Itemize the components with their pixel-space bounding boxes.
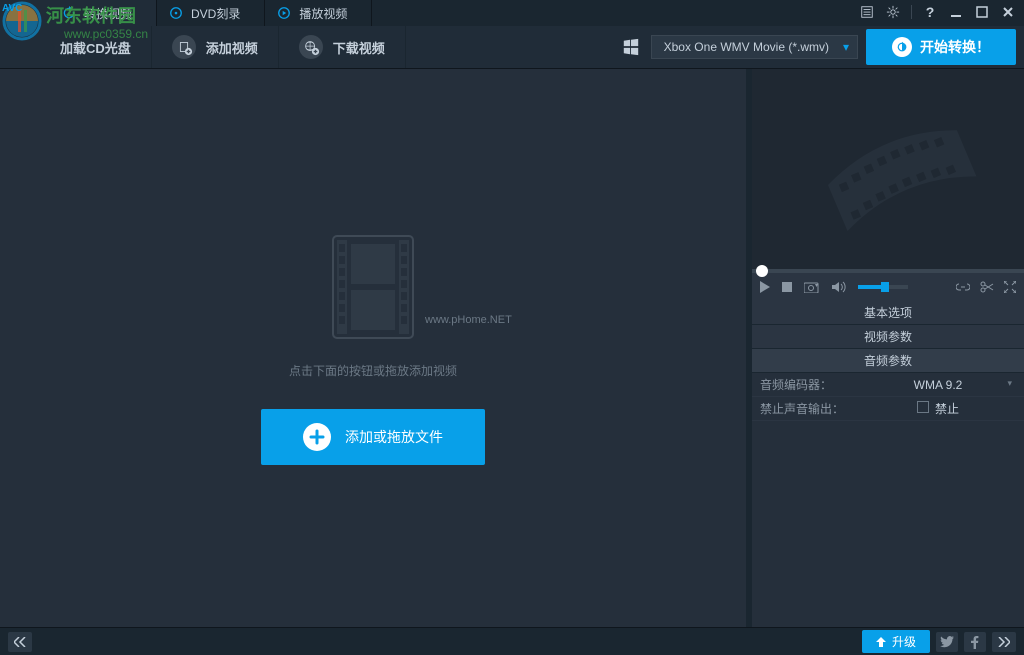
sidebar: ▾ 基本选项 视频参数 音频参数 音频编码器： WMA 9.2 禁止声音输出： … — [752, 69, 1024, 627]
upgrade-label: 升级 — [892, 633, 916, 650]
seek-thumb[interactable] — [756, 265, 768, 277]
add-video-button[interactable]: 添加视频 — [152, 26, 279, 68]
arrow-up-icon — [876, 637, 886, 647]
globe-add-icon — [299, 35, 323, 59]
tab-basic-options[interactable]: 基本选项 — [752, 301, 1024, 325]
collapse-left-icon[interactable] — [8, 632, 32, 652]
add-file-label: 添加或拖放文件 — [345, 427, 443, 447]
hint-text: 点击下面的按钮或拖放添加视频 — [289, 362, 457, 379]
tab-label: 转换视频 — [84, 5, 132, 22]
collapse-right-icon[interactable] — [992, 632, 1016, 652]
preview-pane — [752, 69, 1024, 269]
add-file-button[interactable]: 添加或拖放文件 — [261, 409, 485, 465]
camera-icon[interactable]: ▾ — [804, 281, 820, 293]
param-audio-codec: 音频编码器： WMA 9.2 — [752, 373, 1024, 397]
twitter-icon[interactable] — [936, 632, 958, 652]
filmstrip-icon — [807, 103, 968, 236]
refresh-icon — [892, 37, 912, 57]
expand-icon[interactable] — [1004, 281, 1016, 293]
minimize-icon[interactable] — [948, 4, 964, 20]
help-icon[interactable]: ? — [922, 4, 938, 20]
windows-icon — [619, 35, 643, 59]
stop-icon[interactable] — [782, 282, 792, 292]
player-controls: ▾ — [752, 273, 1024, 301]
content-area[interactable]: www.pHome.NET 点击下面的按钮或拖放添加视频 添加或拖放文件 — [0, 69, 752, 627]
tab-convert[interactable]: 转换视频 — [0, 0, 157, 26]
tool-label: 下载视频 — [333, 38, 385, 57]
param-mute-output: 禁止声音输出： 禁止 — [752, 397, 1024, 421]
tab-dvd[interactable]: DVD刻录 — [157, 0, 265, 26]
maximize-icon[interactable] — [974, 4, 990, 20]
refresh-icon — [62, 6, 76, 20]
play-circle-icon — [277, 6, 291, 20]
tab-video-params[interactable]: 视频参数 — [752, 325, 1024, 349]
volume-slider[interactable] — [858, 285, 908, 289]
codec-select[interactable]: WMA 9.2 — [860, 378, 1016, 392]
tab-audio-params[interactable]: 音频参数 — [752, 349, 1024, 373]
plus-circle-icon — [303, 423, 331, 451]
chain-icon[interactable] — [956, 281, 970, 293]
disc-icon — [169, 6, 183, 20]
bottom-bar: 升级 — [0, 627, 1024, 655]
titlebar-controls: ? — [859, 4, 1016, 20]
param-label: 禁止声音输出： — [760, 400, 860, 417]
toolbar: 加载CD光盘 添加视频 下载视频 Xbox One WMV Movie (*.w… — [0, 26, 1024, 69]
close-icon[interactable] — [1000, 4, 1016, 20]
tab-label: DVD刻录 — [191, 5, 240, 22]
tab-play[interactable]: 播放视频 — [265, 0, 372, 26]
tabs-row: 转换视频 DVD刻录 播放视频 ? — [0, 0, 1024, 26]
tab-label: 播放视频 — [299, 5, 347, 22]
film-placeholder-icon — [329, 232, 417, 342]
format-select[interactable]: Xbox One WMV Movie (*.wmv) — [651, 35, 858, 59]
film-add-icon — [172, 35, 196, 59]
main-area: www.pHome.NET 点击下面的按钮或拖放添加视频 添加或拖放文件 — [0, 69, 1024, 627]
download-video-button[interactable]: 下载视频 — [279, 26, 406, 68]
convert-button[interactable]: 开始转换！ — [866, 29, 1016, 65]
facebook-icon[interactable] — [964, 632, 986, 652]
list-icon[interactable] — [859, 4, 875, 20]
upgrade-button[interactable]: 升级 — [862, 630, 930, 653]
param-label: 音频编码器： — [760, 376, 860, 393]
play-icon[interactable] — [760, 281, 770, 293]
format-value: Xbox One WMV Movie (*.wmv) — [664, 40, 829, 54]
tool-label: 加载CD光盘 — [60, 38, 131, 57]
tool-label: 添加视频 — [206, 38, 258, 57]
convert-label: 开始转换！ — [920, 37, 990, 57]
seek-slider[interactable] — [752, 269, 1024, 273]
mute-toggle[interactable]: 禁止 — [860, 400, 1016, 417]
svg-text:▾: ▾ — [815, 283, 818, 289]
load-cd-button[interactable]: 加载CD光盘 — [8, 26, 152, 68]
gear-icon[interactable] — [885, 4, 901, 20]
watermark-center: www.pHome.NET — [425, 314, 512, 326]
volume-icon[interactable] — [832, 281, 846, 293]
checkbox-icon[interactable] — [917, 401, 929, 413]
scissors-icon[interactable] — [980, 281, 994, 293]
